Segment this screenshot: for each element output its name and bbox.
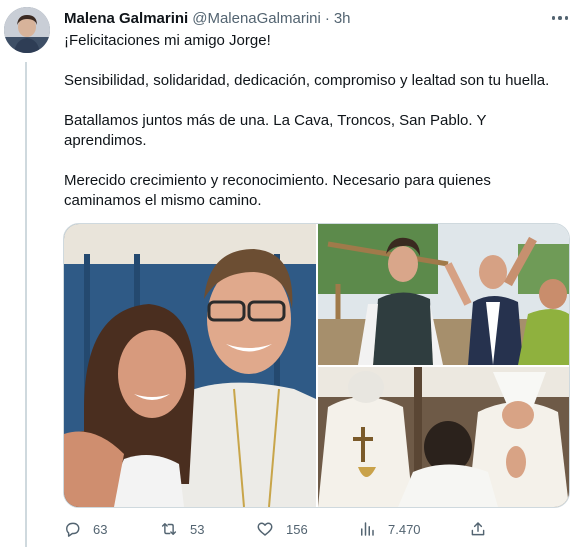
tweet-timestamp[interactable]: 3h [334, 10, 351, 27]
avatar[interactable] [4, 7, 50, 53]
heart-icon [257, 522, 273, 536]
like-count: 156 [286, 521, 308, 537]
retweet-button[interactable]: 53 [160, 517, 204, 541]
action-bar: 63 53 156 7.470 [63, 517, 493, 541]
more-horizontal-icon [564, 16, 569, 20]
more-options-button[interactable] [548, 8, 572, 28]
like-button[interactable]: 156 [256, 517, 308, 541]
reply-button[interactable]: 63 [63, 517, 107, 541]
author-handle[interactable]: @MalenaGalmarini [192, 10, 321, 27]
tweet-header: Malena Galmarini @MalenaGalmarini · 3h [64, 8, 351, 28]
tweet-text-line: Batallamos juntos más de una. La Cava, T… [64, 112, 487, 149]
photo-selfie[interactable] [64, 224, 316, 507]
retweet-icon [161, 523, 177, 535]
more-horizontal-icon [551, 16, 556, 20]
reply-count: 63 [93, 521, 108, 537]
separator-dot: · [324, 9, 330, 27]
tweet-text-line: Merecido crecimiento y reconocimiento. N… [64, 172, 491, 209]
tweet-text-line: Sensibilidad, solidaridad, dedicación, c… [64, 72, 550, 89]
views-chart-icon [361, 522, 374, 536]
thread-line [25, 62, 27, 547]
retweet-count: 53 [190, 521, 205, 537]
tweet-text-line: ¡Felicitaciones mi amigo Jorge! [64, 32, 271, 49]
more-horizontal-icon [558, 16, 562, 20]
tweet[interactable]: Malena Galmarini @MalenaGalmarini · 3h ¡… [0, 0, 584, 547]
media-grid [63, 223, 570, 508]
photo-ceremony[interactable] [318, 367, 569, 507]
views-count: 7.470 [388, 521, 421, 537]
share-button[interactable] [469, 517, 487, 541]
views-button[interactable]: 7.470 [358, 517, 421, 541]
reply-icon [66, 522, 80, 537]
share-icon [471, 522, 485, 536]
author-display-name[interactable]: Malena Galmarini [64, 10, 188, 27]
photo-outdoor-group[interactable] [318, 224, 569, 365]
